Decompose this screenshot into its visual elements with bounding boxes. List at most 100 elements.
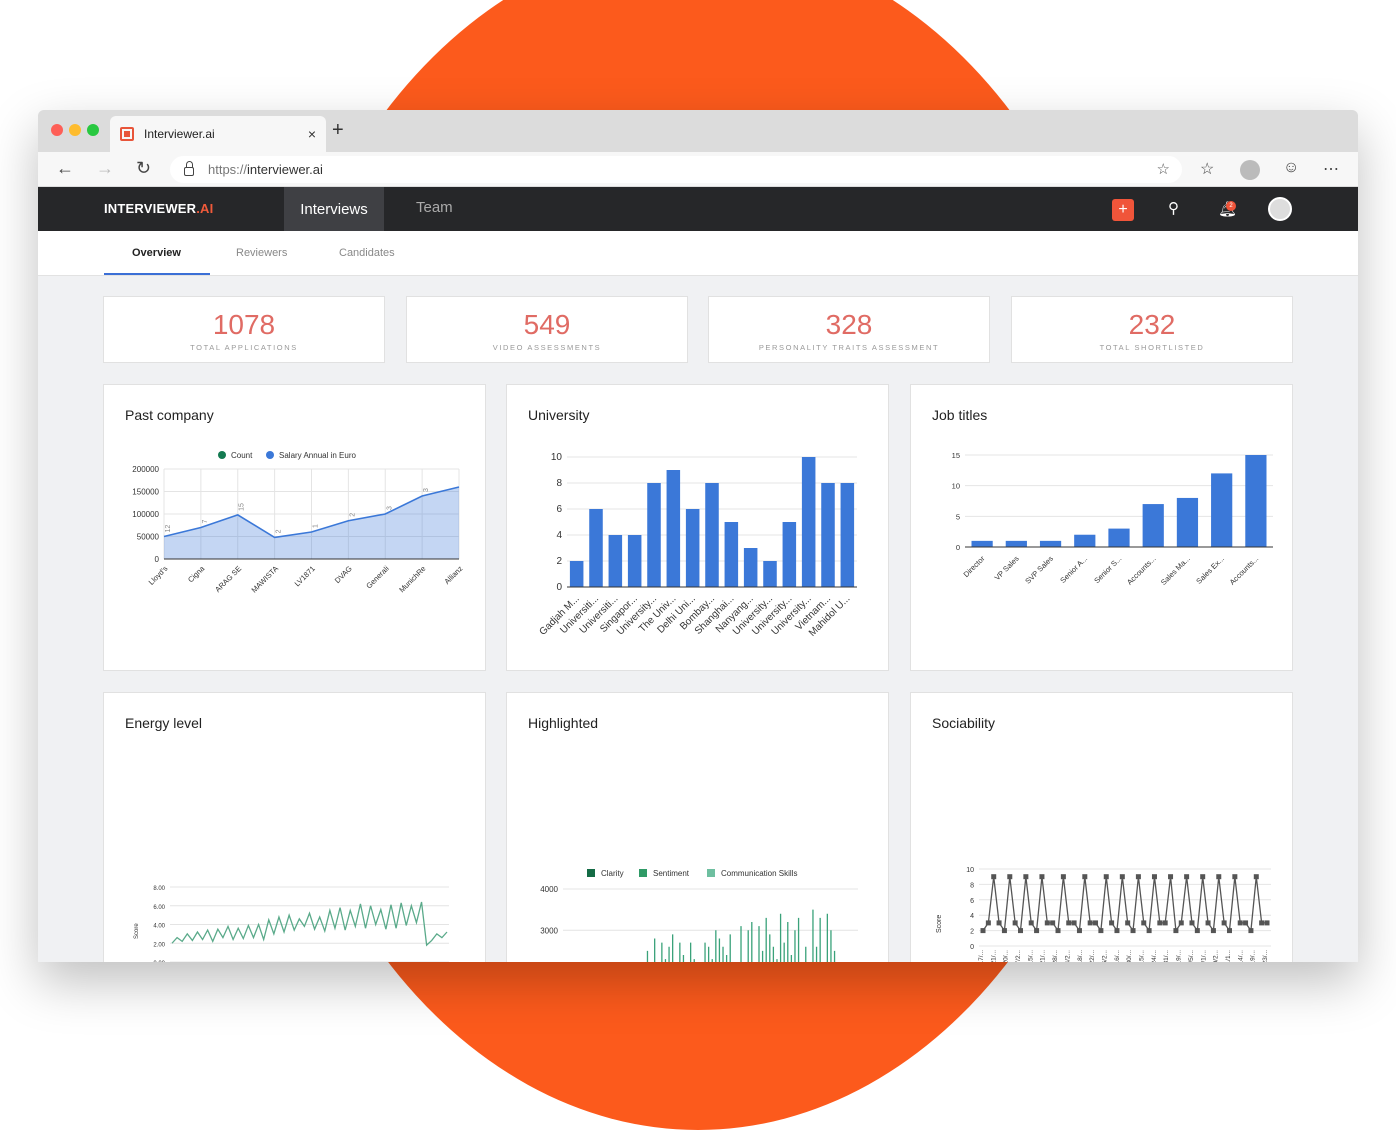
bar bbox=[812, 909, 814, 962]
x-tick-label: 10/2... bbox=[1213, 950, 1220, 962]
bar bbox=[693, 959, 695, 962]
data-point bbox=[1114, 928, 1120, 934]
close-window-button[interactable] bbox=[51, 124, 63, 136]
browser-window: Interviewer.ai × + ← → ↻ https:// interv… bbox=[38, 110, 1358, 962]
tab-reviewers[interactable]: Reviewers bbox=[236, 247, 287, 259]
data-point bbox=[1060, 874, 1066, 880]
bar bbox=[826, 913, 829, 962]
y-tick-label: 4 bbox=[556, 530, 562, 541]
x-tick-label: Accounts... bbox=[1125, 554, 1158, 587]
bar bbox=[747, 930, 749, 962]
x-tick-label: 8/31/... bbox=[1163, 950, 1170, 962]
count-label: 7 bbox=[202, 520, 209, 524]
stat-total-shortlisted: 232 TOTAL SHORTLISTED bbox=[1011, 296, 1293, 363]
x-tick-label: 5/28/... bbox=[1052, 950, 1059, 962]
subtabs: Overview Reviewers Candidates bbox=[38, 231, 1358, 276]
forward-icon[interactable]: → bbox=[96, 158, 114, 179]
y-tick-label: 2.00 bbox=[153, 942, 165, 948]
bar bbox=[740, 926, 742, 962]
data-point bbox=[1264, 920, 1270, 926]
x-tick-label: Cigna bbox=[186, 563, 207, 584]
maximize-window-button[interactable] bbox=[87, 124, 99, 136]
y-tick-label: 8 bbox=[970, 882, 974, 889]
data-point bbox=[1216, 874, 1222, 880]
new-tab-button[interactable]: + bbox=[332, 119, 344, 142]
minimize-window-button[interactable] bbox=[69, 124, 81, 136]
data-point bbox=[1232, 874, 1238, 880]
bookmark-star-icon[interactable]: ☆ bbox=[1157, 160, 1170, 178]
y-tick-label: 4.00 bbox=[153, 924, 165, 930]
data-point bbox=[1039, 874, 1045, 880]
data-point bbox=[991, 874, 997, 880]
x-tick-label: 10/1/... bbox=[1200, 950, 1207, 962]
add-button[interactable]: + bbox=[1112, 199, 1134, 221]
data-point bbox=[1243, 920, 1249, 926]
y-tick-label: 2 bbox=[970, 929, 974, 936]
x-tick-label: 8/19/... bbox=[1250, 950, 1257, 962]
count-label: 2 bbox=[276, 529, 283, 533]
x-tick-label: 7/30/... bbox=[1126, 950, 1133, 962]
nav-team[interactable]: Team bbox=[416, 199, 453, 216]
data-point bbox=[1253, 874, 1259, 880]
x-tick-label: 7/16/... bbox=[1114, 950, 1121, 962]
count-label: 15 bbox=[239, 503, 246, 511]
favorites-icon[interactable]: ☆ bbox=[1200, 159, 1214, 179]
count-label: 1 bbox=[313, 524, 320, 528]
highlighted-chart: Clarity Sentiment Communication Skills 4000… bbox=[540, 869, 858, 962]
card-title: Energy level bbox=[125, 715, 203, 731]
browser-tab[interactable]: Interviewer.ai × bbox=[110, 116, 326, 152]
search-icon[interactable]: ⚲ bbox=[1168, 199, 1179, 217]
bar bbox=[815, 946, 818, 962]
y-tick-label: 3000 bbox=[540, 926, 558, 935]
y-axis-label: Score bbox=[134, 923, 140, 939]
more-menu-icon[interactable]: ⋯ bbox=[1323, 159, 1339, 179]
bar bbox=[790, 955, 793, 962]
user-avatar[interactable] bbox=[1268, 197, 1292, 221]
legend-marker bbox=[707, 869, 715, 877]
data-point bbox=[1082, 874, 1088, 880]
bar bbox=[707, 946, 710, 962]
reload-icon[interactable]: ↻ bbox=[136, 158, 151, 179]
nav-interviews[interactable]: Interviews bbox=[284, 187, 384, 231]
bar bbox=[718, 938, 721, 962]
x-tick-label: 7/6/2... bbox=[1101, 950, 1108, 962]
y-tick-label: 4 bbox=[970, 913, 974, 920]
bar bbox=[819, 917, 821, 962]
y-tick-label: 10 bbox=[966, 867, 974, 874]
stat-personality-traits: 328 PERSONALITY TRAITS ASSESSMENT bbox=[708, 296, 990, 363]
address-bar[interactable]: https:// interviewer.ai ☆ bbox=[170, 156, 1182, 183]
profile-avatar[interactable] bbox=[1240, 160, 1260, 180]
bar bbox=[664, 959, 667, 962]
bar bbox=[569, 561, 584, 587]
x-tick-label: MunichRe bbox=[397, 564, 427, 594]
x-tick-label: DVAG bbox=[333, 564, 354, 585]
logo-suffix: .AI bbox=[196, 201, 214, 216]
y-tick-label: 200000 bbox=[132, 465, 159, 474]
bar bbox=[654, 938, 656, 962]
stat-label: TOTAL SHORTLISTED bbox=[1099, 343, 1205, 352]
data-point bbox=[1066, 920, 1072, 926]
data-point bbox=[1119, 874, 1125, 880]
data-point bbox=[1044, 920, 1050, 926]
app-logo[interactable]: INTERVIEWER.AI bbox=[104, 201, 213, 216]
tab-close-icon[interactable]: × bbox=[308, 126, 316, 142]
data-point bbox=[1146, 928, 1152, 934]
bar bbox=[783, 942, 785, 962]
emoji-icon[interactable]: ☺ bbox=[1283, 159, 1299, 177]
x-tick-label: 5/7/2... bbox=[1015, 950, 1022, 962]
data-point bbox=[1098, 928, 1104, 934]
legend-marker bbox=[266, 451, 274, 459]
back-icon[interactable]: ← bbox=[56, 158, 74, 179]
tab-candidates[interactable]: Candidates bbox=[339, 247, 395, 259]
x-tick-label: 6/4/2... bbox=[1064, 950, 1071, 962]
data-point bbox=[1001, 928, 1007, 934]
data-point bbox=[1248, 928, 1254, 934]
data-point bbox=[1103, 874, 1109, 880]
data-point bbox=[1076, 928, 1082, 934]
y-tick-label: 10 bbox=[551, 452, 563, 463]
tab-overview[interactable]: Overview bbox=[132, 247, 181, 259]
x-tick-label: VP Sales bbox=[993, 554, 1021, 582]
stat-value: 232 bbox=[1128, 309, 1176, 340]
card-title: Past company bbox=[125, 407, 214, 423]
card-university: 10 8 6 4 2 0 Gadjah M... Universiti... Universit… bbox=[506, 384, 889, 671]
